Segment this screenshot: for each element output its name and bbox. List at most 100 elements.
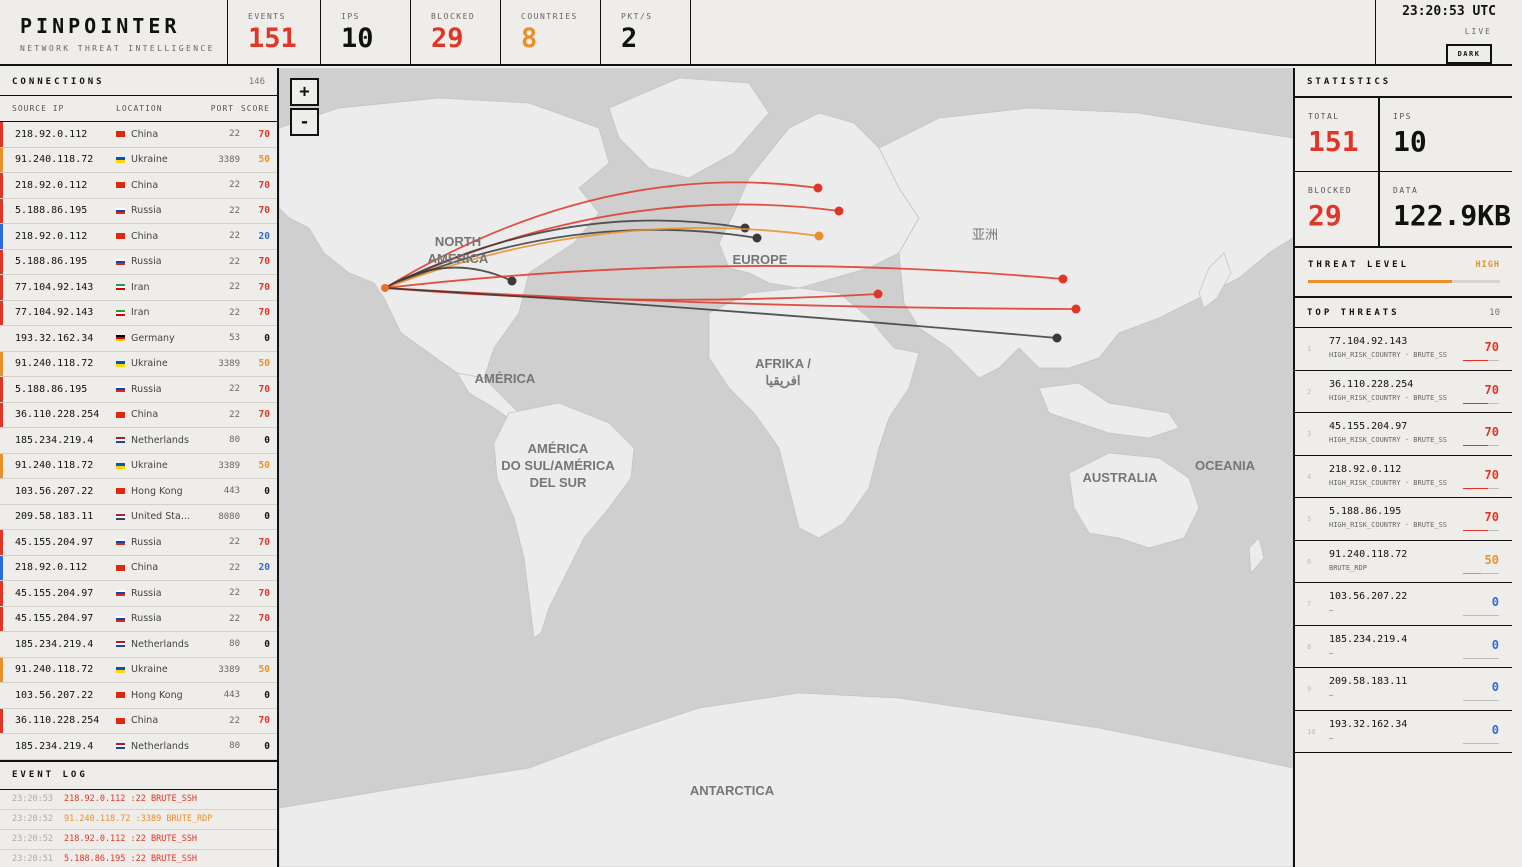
zoom-out-button[interactable]: - xyxy=(290,108,319,136)
country-flag-icon xyxy=(116,309,125,316)
threat-score-bar xyxy=(1463,530,1499,531)
threat-score: 0 xyxy=(1491,722,1499,737)
top-threat-row[interactable]: 2 36.110.228.254 HIGH_RISK_COUNTRY · BRU… xyxy=(1295,371,1512,413)
connection-row[interactable]: 77.104.92.143 Iran 22 70 xyxy=(0,275,277,301)
connection-row[interactable]: 5.188.86.195 Russia 22 70 xyxy=(0,377,277,403)
top-threat-row[interactable]: 5 5.188.86.195 HIGH_RISK_COUNTRY · BRUTE… xyxy=(1295,498,1512,541)
top-threat-row[interactable]: 3 45.155.204.97 HIGH_RISK_COUNTRY · BRUT… xyxy=(1295,413,1512,456)
country-flag-icon xyxy=(116,488,125,495)
event-text: 218.92.0.112 :22 BRUTE_SSH xyxy=(64,834,198,844)
threat-ip: 193.32.162.34 xyxy=(1329,718,1408,730)
attack-source-marker[interactable] xyxy=(507,276,517,286)
connection-row[interactable]: 45.155.204.97 Russia 22 70 xyxy=(0,581,277,607)
stat-value: 122.9KB xyxy=(1393,199,1512,232)
stat-total: TOTAL 151 xyxy=(1295,98,1380,172)
connection-location: China xyxy=(116,562,197,573)
top-threat-row[interactable]: 6 91.240.118.72 BRUTE_RDP 50 xyxy=(1295,541,1512,583)
top-threat-row[interactable]: 9 209.58.183.11 — 0 xyxy=(1295,668,1512,711)
connection-row[interactable]: 5.188.86.195 Russia 22 70 xyxy=(0,249,277,275)
attack-source-marker[interactable] xyxy=(752,233,762,243)
connection-row[interactable]: 209.58.183.11 United Sta… 8080 0 xyxy=(0,505,277,530)
connection-row[interactable]: 36.110.228.254 China 22 70 xyxy=(0,402,277,428)
attack-source-marker[interactable] xyxy=(1071,304,1081,314)
connection-row[interactable]: 91.240.118.72 Ukraine 3389 50 xyxy=(0,657,277,683)
connection-row[interactable]: 77.104.92.143 Iran 22 70 xyxy=(0,300,277,326)
connection-country: Hong Kong xyxy=(131,689,183,701)
threat-ip: 77.104.92.143 xyxy=(1329,336,1408,347)
connection-row[interactable]: 185.234.219.4 Netherlands 80 0 xyxy=(0,734,277,760)
top-threat-row[interactable]: 10 193.32.162.34 — 0 xyxy=(1295,711,1512,753)
connection-row[interactable]: 193.32.162.34 Germany 53 0 xyxy=(0,326,277,352)
connection-row[interactable]: 185.234.219.4 Netherlands 80 0 xyxy=(0,632,277,658)
top-threats-count: 10 xyxy=(1489,307,1500,318)
connection-row[interactable]: 218.92.0.112 China 22 70 xyxy=(0,173,277,199)
connection-location: Germany xyxy=(116,333,197,344)
threat-tags: HIGH_RISK_COUNTRY · BRUTE_SSH xyxy=(1329,436,1447,444)
connection-location: China xyxy=(116,715,197,726)
connections-list: 218.92.0.112 China 22 70 91.240.118.72 U… xyxy=(0,122,277,760)
connection-row[interactable]: 91.240.118.72 Ukraine 3389 50 xyxy=(0,147,277,173)
zoom-in-button[interactable]: + xyxy=(290,78,319,106)
connection-row[interactable]: 218.92.0.112 China 22 20 xyxy=(0,224,277,250)
connection-location: Ukraine xyxy=(116,664,197,675)
top-threat-row[interactable]: 8 185.234.219.4 — 0 xyxy=(1295,626,1512,668)
connection-row[interactable]: 185.234.219.4 Netherlands 80 0 xyxy=(0,428,277,454)
connection-row[interactable]: 218.92.0.112 China 22 20 xyxy=(0,555,277,581)
connection-location: Netherlands xyxy=(116,639,197,650)
connection-row[interactable]: 45.155.204.97 Russia 22 70 xyxy=(0,530,277,556)
severity-bar xyxy=(0,249,3,274)
theme-toggle-button[interactable]: DARK xyxy=(1446,44,1492,64)
connection-score: 70 xyxy=(258,383,270,395)
connection-row[interactable]: 103.56.207.22 Hong Kong 443 0 xyxy=(0,683,277,709)
attack-source-marker[interactable] xyxy=(834,206,844,216)
stat-blocked: BLOCKED 29 xyxy=(1295,172,1380,246)
top-threat-row[interactable]: 7 103.56.207.22 — 0 xyxy=(1295,583,1512,626)
connection-score: 20 xyxy=(258,230,270,242)
severity-bar xyxy=(0,581,3,606)
column-header-score[interactable]: SCORE xyxy=(234,104,270,113)
event-text: 5.188.86.195 :22 BRUTE_SSH xyxy=(64,854,198,864)
target-origin-marker[interactable] xyxy=(381,284,389,292)
country-flag-icon xyxy=(116,692,125,699)
threat-rank: 2 xyxy=(1307,387,1312,396)
connection-location: Iran xyxy=(116,282,197,293)
country-flag-icon xyxy=(116,411,125,418)
connection-port: 22 xyxy=(229,180,240,191)
stat-value: 10 xyxy=(341,23,374,54)
top-threat-row[interactable]: 4 218.92.0.112 HIGH_RISK_COUNTRY · BRUTE… xyxy=(1295,456,1512,498)
column-header-source-ip[interactable]: SOURCE IP xyxy=(0,104,116,113)
stat-value: 8 xyxy=(521,23,538,54)
attack-source-marker[interactable] xyxy=(1058,274,1068,284)
attack-source-marker[interactable] xyxy=(814,231,824,241)
threat-score-bar xyxy=(1463,445,1499,446)
threat-level: THREAT LEVEL HIGH xyxy=(1295,248,1512,298)
attack-source-marker[interactable] xyxy=(1052,333,1062,343)
connection-row[interactable]: 5.188.86.195 Russia 22 70 xyxy=(0,198,277,224)
connection-location: Russia xyxy=(116,384,197,395)
column-header-port[interactable]: PORT xyxy=(196,104,234,113)
connection-row[interactable]: 218.92.0.112 China 22 70 xyxy=(0,122,277,148)
connection-ip: 185.234.219.4 xyxy=(15,638,94,650)
severity-bar xyxy=(0,428,3,453)
country-flag-icon xyxy=(116,207,125,214)
attack-source-marker[interactable] xyxy=(873,289,883,299)
statistics-header: STATISTICS xyxy=(1295,68,1512,98)
world-map[interactable]: NORTH AMERICA AMÉRICA AMÉRICA DO SUL/AMÉ… xyxy=(279,68,1293,867)
stat-value: 10 xyxy=(1393,125,1427,158)
connection-score: 20 xyxy=(258,562,270,574)
threat-rank: 6 xyxy=(1307,557,1312,566)
connection-row[interactable]: 91.240.118.72 Ukraine 3389 50 xyxy=(0,453,277,479)
top-threat-row[interactable]: 1 77.104.92.143 HIGH_RISK_COUNTRY · BRUT… xyxy=(1295,328,1512,371)
connection-location: Russia xyxy=(116,256,197,267)
connection-location: United Sta… xyxy=(116,511,197,522)
connection-port: 3389 xyxy=(218,154,240,165)
connection-row[interactable]: 91.240.118.72 Ukraine 3389 50 xyxy=(0,351,277,377)
column-header-location[interactable]: LOCATION xyxy=(116,104,196,113)
connection-location: Russia xyxy=(116,613,197,624)
attack-source-marker[interactable] xyxy=(813,183,823,193)
connection-row[interactable]: 45.155.204.97 Russia 22 70 xyxy=(0,606,277,632)
severity-bar xyxy=(0,657,3,682)
connection-port: 80 xyxy=(229,639,240,650)
connection-row[interactable]: 103.56.207.22 Hong Kong 443 0 xyxy=(0,479,277,505)
connection-row[interactable]: 36.110.228.254 China 22 70 xyxy=(0,708,277,734)
